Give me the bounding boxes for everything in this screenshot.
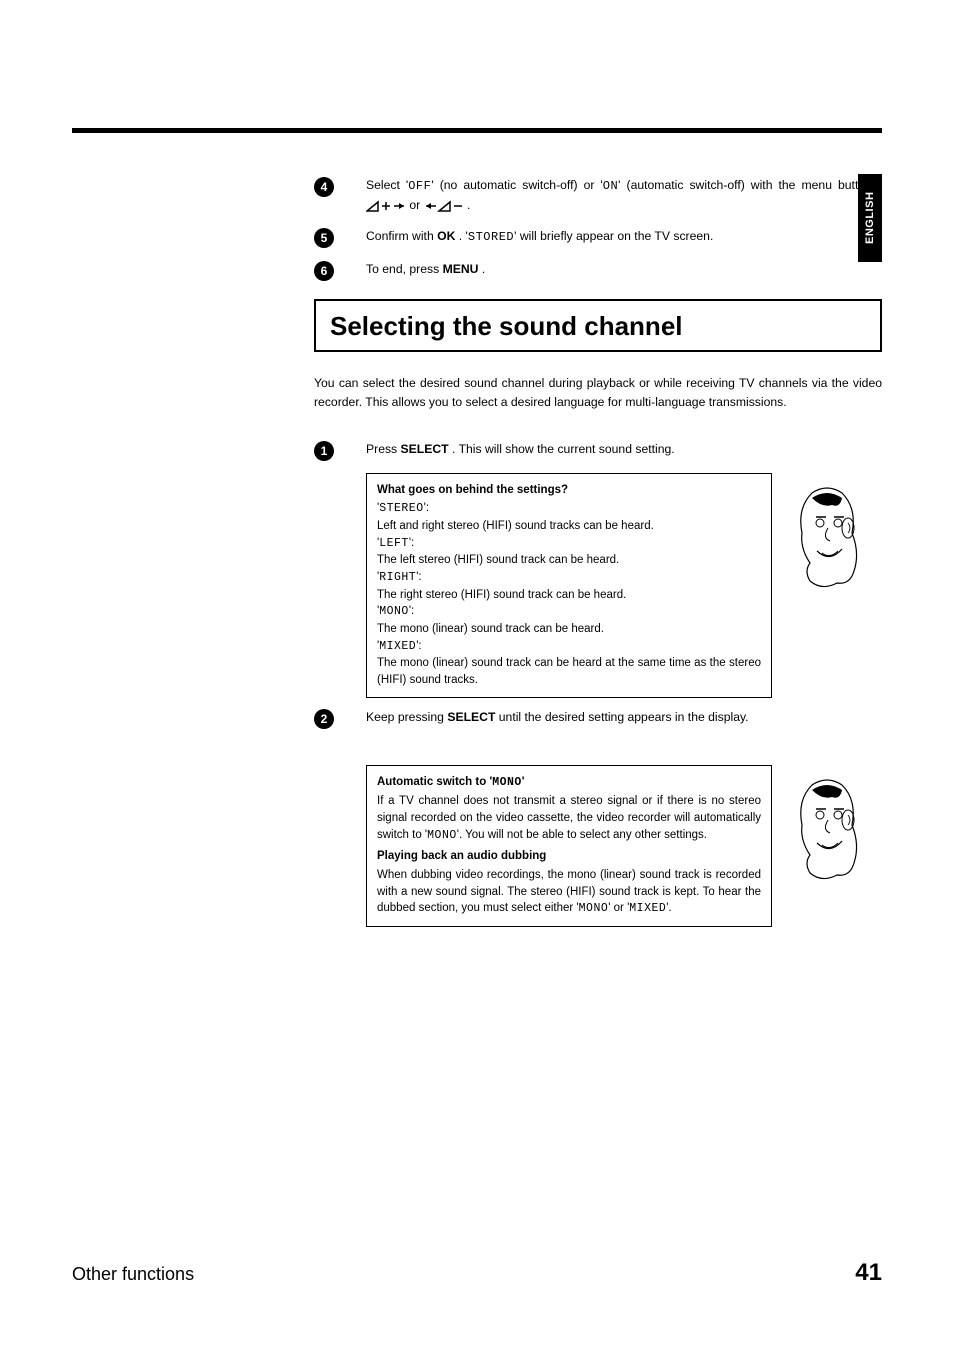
step-body: Keep pressing SELECT until the desired s…	[366, 708, 772, 727]
main-content: 4 Select 'OFF' (no automatic switch-off)…	[314, 120, 882, 927]
step-number-badge: 6	[314, 261, 334, 281]
step-number-badge: 4	[314, 177, 334, 197]
step-5: 5 Confirm with OK . 'STORED' will briefl…	[314, 227, 882, 248]
code-text: MONO	[492, 776, 522, 789]
info-title: Playing back an audio dubbing	[377, 848, 761, 865]
info-item: 'STEREO':	[377, 500, 761, 518]
text: .	[467, 198, 470, 212]
info-title: What goes on behind the settings?	[377, 482, 761, 499]
code-text: MIXED	[629, 902, 666, 915]
text: . '	[455, 229, 468, 243]
language-tab: ENGLISH	[858, 174, 882, 262]
info-item: 'LEFT':	[377, 535, 761, 553]
intro-paragraph: You can select the desired sound channel…	[314, 374, 882, 412]
text: Automatic switch to '	[377, 776, 492, 788]
info-paragraph: When dubbing video recordings, the mono …	[377, 867, 761, 918]
text: or	[409, 198, 423, 212]
text: To end, press	[366, 262, 443, 276]
footer-section-name: Other functions	[72, 1264, 194, 1285]
step-4: 4 Select 'OFF' (no automatic switch-off)…	[314, 176, 882, 215]
info-panel-1: What goes on behind the settings? 'STERE…	[366, 473, 882, 698]
info-desc: The mono (linear) sound track can be hea…	[377, 621, 761, 638]
info-paragraph: If a TV channel does not transmit a ster…	[377, 793, 761, 844]
page-footer: Other functions 41	[72, 1259, 882, 1287]
menu-minus-icon	[424, 196, 464, 215]
code-text: LEFT	[379, 537, 409, 550]
code-text: MONO	[579, 902, 609, 915]
info-item: 'MIXED':	[377, 638, 761, 656]
step-1: 1 Press SELECT . This will show the curr…	[314, 440, 882, 461]
code-text: STORED	[468, 230, 514, 244]
button-label: SELECT	[447, 710, 495, 724]
info-desc: The mono (linear) sound track can be hea…	[377, 655, 761, 688]
tip-face-icon	[792, 765, 862, 885]
text: When dubbing video recordings, the mono …	[377, 869, 761, 914]
top-rule	[72, 128, 882, 133]
text: '	[522, 776, 525, 788]
code-text: STEREO	[379, 502, 423, 515]
info-box: Automatic switch to 'MONO' If a TV chann…	[366, 765, 772, 927]
button-label: OK	[437, 229, 455, 243]
step-body: Press SELECT . This will show the curren…	[366, 440, 882, 459]
tip-face-icon	[792, 473, 862, 593]
info-panel-2: Automatic switch to 'MONO' If a TV chann…	[366, 765, 882, 927]
step-number-badge: 5	[314, 228, 334, 248]
step-body: Confirm with OK . 'STORED' will briefly …	[366, 227, 882, 247]
button-label: MENU	[443, 262, 479, 276]
code-text: OFF	[408, 179, 431, 193]
step-2: 2 Keep pressing SELECT until the desired…	[314, 708, 882, 729]
text: '.	[666, 902, 671, 914]
info-item: 'MONO':	[377, 603, 761, 621]
step-6: 6 To end, press MENU .	[314, 260, 882, 281]
button-label: SELECT	[401, 442, 449, 456]
text: Confirm with	[366, 229, 437, 243]
page-number: 41	[855, 1259, 882, 1287]
code-text: MIXED	[379, 640, 416, 653]
step-body: To end, press MENU .	[366, 260, 882, 279]
step-number-badge: 1	[314, 441, 334, 461]
text: ' (automatic switch-off) with the menu b…	[618, 178, 878, 192]
section-title: Selecting the sound channel	[330, 311, 866, 342]
info-box: What goes on behind the settings? 'STERE…	[366, 473, 772, 698]
info-title: Automatic switch to 'MONO'	[377, 774, 761, 792]
step-body: Select 'OFF' (no automatic switch-off) o…	[366, 176, 878, 215]
info-desc: The left stereo (HIFI) sound track can b…	[377, 552, 761, 569]
menu-plus-icon	[366, 196, 406, 215]
code-text: ON	[603, 179, 618, 193]
text: Press	[366, 442, 401, 456]
text: Keep pressing	[366, 710, 447, 724]
text: ' will briefly appear on the TV screen.	[514, 229, 713, 243]
text: ' or '	[608, 902, 629, 914]
info-desc: The right stereo (HIFI) sound track can …	[377, 587, 761, 604]
text: Select '	[366, 178, 408, 192]
text: . This will show the current sound setti…	[449, 442, 675, 456]
text: until the desired setting appears in the…	[495, 710, 748, 724]
info-item: 'RIGHT':	[377, 569, 761, 587]
code-text: MONO	[379, 605, 409, 618]
code-text: RIGHT	[379, 571, 416, 584]
text: .	[478, 262, 485, 276]
section-title-box: Selecting the sound channel	[314, 299, 882, 352]
text: '. You will not be able to select any ot…	[457, 829, 707, 841]
info-desc: Left and right stereo (HIFI) sound track…	[377, 518, 761, 535]
step-number-badge: 2	[314, 709, 334, 729]
code-text: MONO	[427, 829, 457, 842]
text: ' (no automatic switch-off) or '	[431, 178, 602, 192]
